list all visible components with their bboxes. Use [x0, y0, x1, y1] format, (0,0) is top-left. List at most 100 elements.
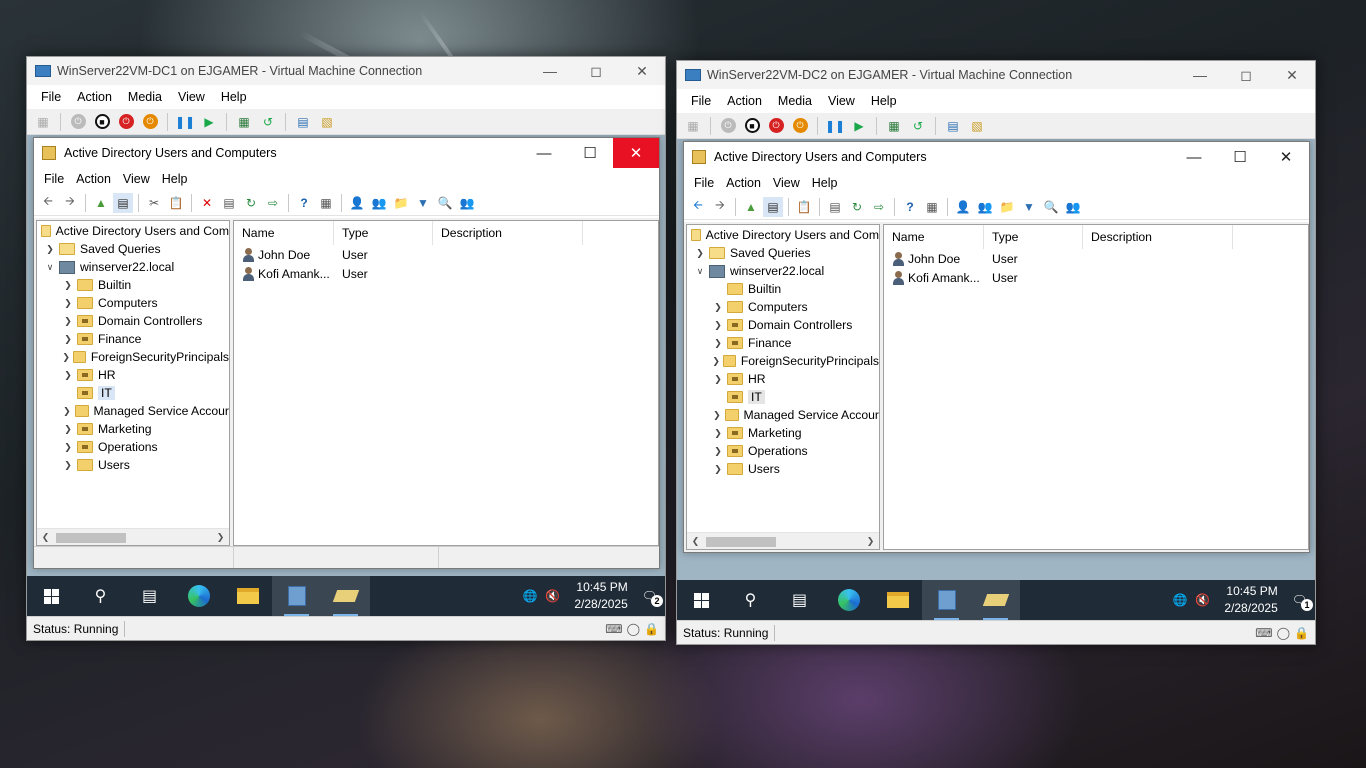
- aduc-minimize-button[interactable]: —: [1171, 142, 1217, 172]
- aduc-menu-action[interactable]: Action: [70, 172, 117, 186]
- aduc-close-button[interactable]: ✕: [613, 138, 659, 168]
- share-icon[interactable]: ▧: [967, 116, 987, 136]
- menu-action[interactable]: Action: [69, 90, 120, 104]
- tree-foreign-security-principals[interactable]: ❯ ForeignSecurityPrincipals: [37, 348, 229, 366]
- shutdown-icon[interactable]: ⏻: [766, 116, 786, 136]
- tree-root[interactable]: Active Directory Users and Com: [687, 226, 879, 244]
- task-view-icon[interactable]: ▤: [125, 576, 174, 616]
- aduc-menu-view[interactable]: View: [767, 176, 806, 190]
- checkpoint-icon[interactable]: ▦: [234, 112, 254, 132]
- col-type[interactable]: Type: [984, 225, 1083, 249]
- filter-icon[interactable]: ▼: [413, 193, 433, 213]
- new-user-icon[interactable]: 👤: [347, 193, 367, 213]
- back-icon[interactable]: 🡨: [38, 193, 58, 213]
- volume-muted-icon[interactable]: 🔇: [545, 589, 560, 603]
- export-icon[interactable]: ⇨: [869, 197, 889, 217]
- col-name[interactable]: Name: [884, 225, 984, 249]
- menu-action[interactable]: Action: [719, 94, 770, 108]
- turn-off-icon[interactable]: ■: [92, 112, 112, 132]
- aduc-menu-view[interactable]: View: [117, 172, 156, 186]
- tree-hr[interactable]: ❯ HR: [37, 366, 229, 384]
- tree-operations[interactable]: ❯ Operations: [37, 438, 229, 456]
- new-group-icon[interactable]: 👥: [369, 193, 389, 213]
- minimize-button[interactable]: —: [527, 57, 573, 85]
- list-item[interactable]: John Doe User: [234, 245, 658, 264]
- list-item[interactable]: Kofi Amank... User: [884, 268, 1308, 287]
- menu-view[interactable]: View: [170, 90, 213, 104]
- tree-finance[interactable]: ❯ Finance: [687, 334, 879, 352]
- checkpoint-icon[interactable]: ▦: [884, 116, 904, 136]
- tree-computers[interactable]: ❯ Computers: [687, 298, 879, 316]
- tree-it[interactable]: IT: [687, 388, 879, 406]
- tree-marketing[interactable]: ❯ Marketing: [37, 420, 229, 438]
- search-icon[interactable]: ⚲: [726, 580, 775, 620]
- aduc-menu-help[interactable]: Help: [806, 176, 844, 190]
- new-ou-icon[interactable]: 📁: [391, 193, 411, 213]
- edge-icon[interactable]: [174, 576, 223, 616]
- tree-saved-queries[interactable]: ❯ Saved Queries: [37, 240, 229, 258]
- menu-media[interactable]: Media: [770, 94, 820, 108]
- up-folder-icon[interactable]: ▲: [741, 197, 761, 217]
- tree-managed-service-accounts[interactable]: ❯ Managed Service Accour: [37, 402, 229, 420]
- tree-domain[interactable]: ∨ winserver22.local: [687, 262, 879, 280]
- properties-icon[interactable]: ▤: [219, 193, 239, 213]
- tree-finance[interactable]: ❯ Finance: [37, 330, 229, 348]
- new-ou-icon[interactable]: 📁: [997, 197, 1017, 217]
- server-manager-icon[interactable]: [272, 576, 321, 616]
- properties-icon[interactable]: ▤: [825, 197, 845, 217]
- server-manager-icon[interactable]: [922, 580, 971, 620]
- start-icon[interactable]: ⏻: [68, 112, 88, 132]
- start-button[interactable]: [27, 576, 76, 616]
- save-icon[interactable]: ⏻: [790, 116, 810, 136]
- menu-file[interactable]: File: [33, 90, 69, 104]
- tree-hscrollbar[interactable]: ❮ ❯: [687, 532, 879, 549]
- clock[interactable]: 10:45 PM 2/28/2025: [1224, 583, 1277, 617]
- aduc-taskbar-icon[interactable]: [971, 580, 1020, 620]
- list-item[interactable]: Kofi Amank... User: [234, 264, 658, 283]
- edge-icon[interactable]: [824, 580, 873, 620]
- col-description[interactable]: Description: [1083, 225, 1233, 249]
- tree-hscrollbar[interactable]: ❮ ❯: [37, 528, 229, 545]
- cut-icon[interactable]: ✂: [144, 193, 164, 213]
- aduc-minimize-button[interactable]: —: [521, 138, 567, 168]
- aduc-menu-file[interactable]: File: [38, 172, 70, 186]
- new-group-icon[interactable]: 👥: [975, 197, 995, 217]
- menu-help[interactable]: Help: [863, 94, 905, 108]
- resume-icon[interactable]: ▶: [849, 116, 869, 136]
- tree-domain[interactable]: ∨ winserver22.local: [37, 258, 229, 276]
- notifications-icon[interactable]: 🗨 2: [642, 589, 663, 607]
- enhanced-session-icon[interactable]: ▤: [293, 112, 313, 132]
- pause-icon[interactable]: ❚❚: [825, 116, 845, 136]
- find-icon[interactable]: 🔍: [1041, 197, 1061, 217]
- save-icon[interactable]: ⏻: [140, 112, 160, 132]
- col-name[interactable]: Name: [234, 221, 334, 245]
- file-explorer-icon[interactable]: [873, 580, 922, 620]
- aduc-menu-file[interactable]: File: [688, 176, 720, 190]
- tree-managed-service-accounts[interactable]: ❯ Managed Service Accour: [687, 406, 879, 424]
- menu-help[interactable]: Help: [213, 90, 255, 104]
- tree-operations[interactable]: ❯ Operations: [687, 442, 879, 460]
- menu-file[interactable]: File: [683, 94, 719, 108]
- export-icon[interactable]: ⇨: [263, 193, 283, 213]
- new-user-icon[interactable]: 👤: [953, 197, 973, 217]
- maximize-button[interactable]: ◻: [1223, 61, 1269, 89]
- volume-muted-icon[interactable]: 🔇: [1195, 593, 1210, 607]
- revert-icon[interactable]: ↺: [908, 116, 928, 136]
- tree-it[interactable]: IT: [37, 384, 229, 402]
- filter-icon[interactable]: ▼: [1019, 197, 1039, 217]
- enhanced-session-icon[interactable]: ▤: [943, 116, 963, 136]
- list-item[interactable]: John Doe User: [884, 249, 1308, 268]
- pause-icon[interactable]: ❚❚: [175, 112, 195, 132]
- close-button[interactable]: ✕: [1269, 61, 1315, 89]
- tree-hr[interactable]: ❯ HR: [687, 370, 879, 388]
- start-button[interactable]: [677, 580, 726, 620]
- mmc-icon[interactable]: ▦: [922, 197, 942, 217]
- refresh-icon[interactable]: ↻: [241, 193, 261, 213]
- find-icon[interactable]: 🔍: [435, 193, 455, 213]
- tree-users[interactable]: ❯ Users: [687, 460, 879, 478]
- notifications-icon[interactable]: 🗨 1: [1292, 593, 1313, 611]
- tree-domain-controllers[interactable]: ❯ Domain Controllers: [687, 316, 879, 334]
- clipboard-icon[interactable]: 📋: [794, 197, 814, 217]
- help-icon[interactable]: ?: [294, 193, 314, 213]
- col-description[interactable]: Description: [433, 221, 583, 245]
